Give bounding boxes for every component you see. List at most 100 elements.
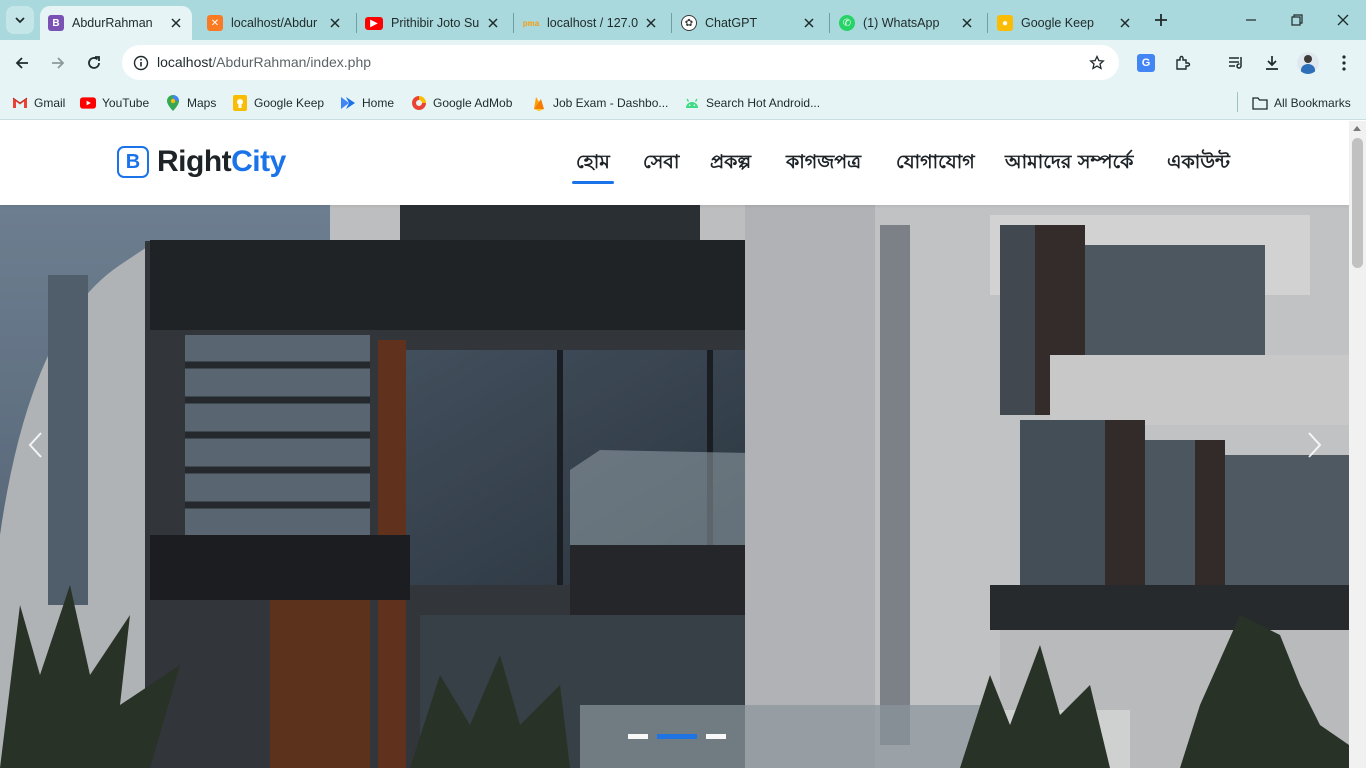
arrow-left-icon xyxy=(15,57,28,69)
new-tab-button[interactable] xyxy=(1150,9,1172,31)
forward-button[interactable] xyxy=(43,48,73,78)
arrow-right-icon xyxy=(52,57,65,69)
back-button[interactable] xyxy=(7,48,37,78)
close-icon[interactable] xyxy=(327,15,343,31)
restore-button[interactable] xyxy=(1274,0,1320,40)
reload-icon xyxy=(88,56,100,69)
google-keep-icon xyxy=(232,95,248,111)
close-window-button[interactable] xyxy=(1320,0,1366,40)
tab-title: Google Keep xyxy=(1021,16,1094,30)
google-keep-icon: ● xyxy=(997,15,1013,31)
carousel-prev-button[interactable] xyxy=(20,427,50,463)
tab-whatsapp[interactable]: ✆ (1) WhatsApp xyxy=(831,6,983,40)
tab-strip: B AbdurRahman ✕ localhost/Abdur ▶ Prithi… xyxy=(0,0,1366,40)
url-text[interactable]: localhost/AbdurRahman/index.php xyxy=(157,54,371,70)
tab-localhost-abdur[interactable]: ✕ localhost/Abdur xyxy=(199,6,351,40)
folder-icon xyxy=(1252,95,1268,111)
bookmark-job-exam[interactable]: Job Exam - Dashbo... xyxy=(531,92,668,114)
bookmark-label: Gmail xyxy=(34,96,66,110)
close-icon[interactable] xyxy=(1117,15,1133,31)
bookmarks-bar: Gmail YouTube Maps Google Keep Home Goog… xyxy=(0,86,1366,120)
profile-avatar[interactable] xyxy=(1297,52,1319,74)
reading-list-icon[interactable] xyxy=(1225,52,1247,74)
bookmark-home[interactable]: Home xyxy=(340,92,394,114)
scrollbar-thumb[interactable] xyxy=(1352,138,1363,268)
tab-separator xyxy=(987,13,988,33)
youtube-icon: ▶ xyxy=(365,16,383,30)
nav-about-us[interactable]: আমাদের সম্পর্কে xyxy=(1005,148,1133,180)
bookmark-label: Google AdMob xyxy=(433,96,513,110)
nav-projects[interactable]: প্রকল্প xyxy=(710,148,751,180)
chatgpt-icon: ✿ xyxy=(681,15,697,31)
carousel-indicator-3[interactable] xyxy=(706,734,726,739)
carousel-next-button[interactable] xyxy=(1300,427,1330,463)
hero-carousel xyxy=(0,205,1349,768)
home-icon xyxy=(340,95,356,111)
youtube-icon xyxy=(80,95,96,111)
carousel-indicator-1[interactable] xyxy=(628,734,648,739)
gmail-icon xyxy=(12,95,28,111)
tab-chatgpt[interactable]: ✿ ChatGPT xyxy=(673,6,825,40)
bookmark-search-hot-android[interactable]: Search Hot Android... xyxy=(684,92,820,114)
nav-home[interactable]: হোম xyxy=(572,148,614,184)
nav-documents[interactable]: কাগজপত্র xyxy=(786,148,861,180)
address-bar[interactable]: localhost/AbdurRahman/index.php xyxy=(122,45,1119,80)
close-icon[interactable] xyxy=(168,15,184,31)
bookmark-label: YouTube xyxy=(102,96,150,110)
tab-phpmyadmin[interactable]: pma localhost / 127.0 xyxy=(515,6,667,40)
bookmark-google-keep[interactable]: Google Keep xyxy=(232,92,324,114)
nav-services[interactable]: সেবা xyxy=(643,148,679,180)
whatsapp-icon: ✆ xyxy=(839,15,855,31)
chevron-down-icon xyxy=(15,17,25,24)
bookmark-gmail[interactable]: Gmail xyxy=(12,92,65,114)
admob-icon xyxy=(411,95,427,111)
close-icon[interactable] xyxy=(485,15,501,31)
all-bookmarks-button[interactable]: All Bookmarks xyxy=(1252,92,1351,114)
url-path: /AbdurRahman/index.php xyxy=(212,54,372,70)
restore-icon xyxy=(1291,14,1303,26)
nav-account[interactable]: একাউন্ট xyxy=(1167,148,1230,180)
bookmark-maps[interactable]: Maps xyxy=(165,92,216,114)
close-icon xyxy=(1337,14,1349,26)
bookmark-youtube[interactable]: YouTube xyxy=(80,92,149,114)
hero-building-image xyxy=(0,205,1349,768)
tab-title: AbdurRahman xyxy=(72,16,153,30)
scroll-up-arrow-icon[interactable] xyxy=(1353,126,1361,131)
tab-title: Prithibir Joto Su xyxy=(391,16,480,30)
bookmark-label: Job Exam - Dashbo... xyxy=(553,96,669,110)
page-scrollbar[interactable] xyxy=(1349,121,1366,768)
bookmarks-separator xyxy=(1237,92,1238,112)
bookmark-label: Maps xyxy=(187,96,217,110)
chevron-left-icon xyxy=(28,432,42,458)
minimize-button[interactable] xyxy=(1228,0,1274,40)
tab-search-button[interactable] xyxy=(6,6,34,34)
close-icon[interactable] xyxy=(801,15,817,31)
nav-contact[interactable]: যোগাযোগ xyxy=(896,148,975,180)
carousel-indicator-2[interactable] xyxy=(657,734,697,739)
tab-youtube[interactable]: ▶ Prithibir Joto Su xyxy=(357,6,509,40)
google-translate-icon[interactable]: G xyxy=(1135,52,1157,74)
extensions-icon[interactable] xyxy=(1172,52,1194,74)
more-menu-icon[interactable] xyxy=(1333,52,1355,74)
plus-icon xyxy=(1155,14,1167,26)
close-icon[interactable] xyxy=(959,15,975,31)
bookmark-label: All Bookmarks xyxy=(1274,96,1351,110)
site-header: B RightCity হোম সেবা প্রকল্প কাগজপত্র যো… xyxy=(0,121,1349,205)
bootstrap-icon: B xyxy=(48,15,64,31)
bookmark-label: Search Hot Android... xyxy=(706,96,821,110)
reload-button[interactable] xyxy=(79,48,109,78)
tab-abdurrahman[interactable]: B AbdurRahman xyxy=(40,6,192,40)
download-icon[interactable] xyxy=(1261,52,1283,74)
site-info-icon[interactable] xyxy=(129,51,153,75)
bookmark-star-icon[interactable] xyxy=(1087,53,1107,73)
close-icon[interactable] xyxy=(643,15,659,31)
bookmark-google-admob[interactable]: Google AdMob xyxy=(411,92,512,114)
android-icon xyxy=(684,95,700,111)
tab-separator xyxy=(513,13,514,33)
tab-title: ChatGPT xyxy=(705,16,758,30)
main-nav: হোম সেবা প্রকল্প কাগজপত্র যোগাযোগ আমাদের… xyxy=(0,148,1349,188)
tab-google-keep[interactable]: ● Google Keep xyxy=(989,6,1141,40)
tab-title: (1) WhatsApp xyxy=(863,16,940,30)
chevron-right-icon xyxy=(1308,432,1322,458)
tab-title: localhost / 127.0 xyxy=(547,16,639,30)
